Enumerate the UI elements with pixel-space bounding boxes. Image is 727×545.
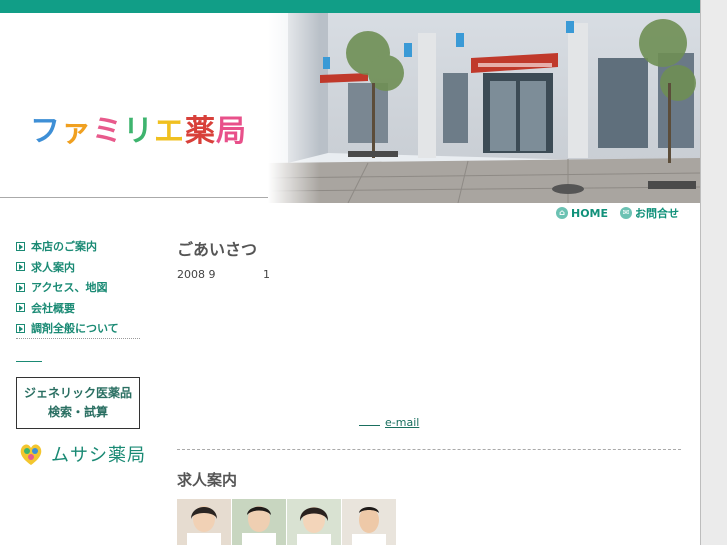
logo-char: ァ	[61, 114, 92, 149]
musashi-pharmacy-banner[interactable]: ムサシ薬局	[17, 440, 146, 468]
logo-char: リ	[123, 114, 154, 149]
home-link[interactable]: ⌂ HOME	[556, 205, 608, 221]
header-divider	[0, 197, 268, 198]
sidebar-nav: 本店のご案内 求人案内 アクセス、地図 会社概要 調剤全般について	[16, 236, 140, 339]
sidebar-item-dispensing[interactable]: 調剤全般について	[16, 318, 140, 339]
storefront-illustration	[268, 13, 700, 203]
recruit-heading: 求人案内	[177, 471, 238, 489]
contact-link-label: お問合せ	[635, 207, 680, 220]
sidebar-short-rule	[16, 361, 42, 362]
section-divider	[177, 449, 681, 450]
arrow-right-icon	[16, 241, 25, 251]
email-prefix-underline	[359, 425, 380, 426]
generic-box-line1: ジェネリック医薬品	[23, 386, 132, 400]
sidebar-item-company[interactable]: 会社概要	[16, 298, 140, 319]
sidebar-divider	[16, 338, 140, 339]
sidebar-item-label: 本店のご案内	[31, 240, 97, 254]
window-background	[701, 0, 727, 545]
logo-char: フ	[30, 114, 61, 149]
staff-photo	[342, 499, 396, 545]
generic-box-line2: 検索・試算	[47, 405, 108, 419]
logo-char: ミ	[92, 114, 123, 149]
sidebar-item-recruit[interactable]: 求人案内	[16, 257, 140, 278]
email-link-label: e-mail	[385, 416, 420, 429]
sidebar-item-label: 会社概要	[31, 301, 75, 315]
page: ファミリエ薬局 ⌂ HOME ✉ お問合せ 本店のご案内 求人案内 アクセス、地…	[0, 0, 701, 545]
arrow-right-icon	[16, 323, 25, 333]
home-link-label: HOME	[571, 206, 609, 220]
arrow-right-icon	[16, 303, 25, 313]
site-logo[interactable]: ファミリエ薬局	[30, 106, 247, 150]
mail-icon: ✉	[620, 207, 633, 219]
generic-drug-search-button[interactable]: ジェネリック医薬品 検索・試算	[16, 377, 140, 429]
home-icon: ⌂	[556, 207, 568, 219]
staff-photo	[232, 499, 286, 545]
date-year-month: 2008 9	[177, 268, 216, 281]
musashi-pharmacy-name: ムサシ薬局	[51, 445, 146, 466]
email-link[interactable]: e-mail	[359, 416, 419, 429]
storefront-photo	[268, 13, 700, 203]
staff-photo	[287, 499, 341, 545]
sidebar-item-label: 求人案内	[31, 260, 75, 274]
sidebar-item-label: 調剤全般について	[31, 322, 119, 336]
logo-char: 薬	[185, 114, 216, 149]
logo-char: 局	[216, 114, 247, 149]
staff-photos	[177, 499, 397, 545]
date-day: 1	[263, 268, 270, 281]
top-bar	[0, 0, 700, 13]
staff-photo	[177, 499, 231, 545]
sidebar-item-access[interactable]: アクセス、地図	[16, 277, 140, 298]
sidebar-item-label: アクセス、地図	[31, 281, 108, 295]
contact-link[interactable]: ✉ お問合せ	[620, 205, 679, 221]
sidebar-item-store-info[interactable]: 本店のご案内	[16, 236, 140, 257]
logo-char: エ	[154, 114, 185, 149]
arrow-right-icon	[16, 262, 25, 272]
musashi-logo-icon	[20, 444, 42, 465]
top-nav: ⌂ HOME ✉ お問合せ	[556, 205, 679, 221]
greeting-heading: ごあいさつ	[177, 240, 258, 259]
arrow-right-icon	[16, 282, 25, 292]
